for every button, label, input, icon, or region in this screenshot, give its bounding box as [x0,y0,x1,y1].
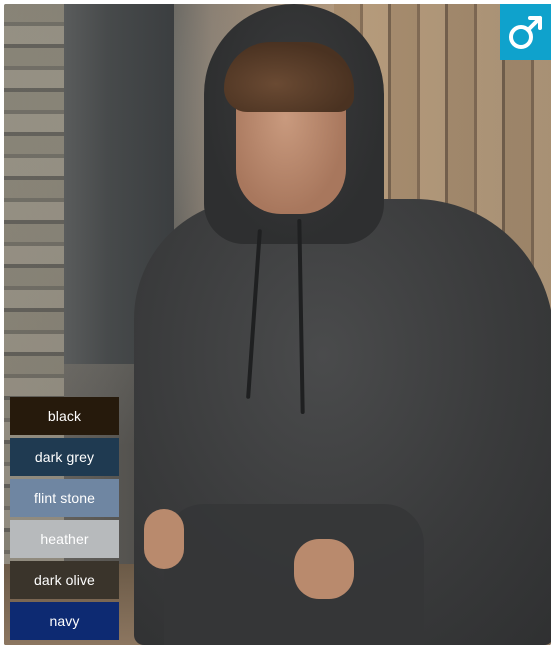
swatch-dark-grey[interactable]: dark grey [10,438,119,476]
swatch-navy[interactable]: navy [10,602,119,640]
swatch-dark-olive[interactable]: dark olive [10,561,119,599]
swatch-black[interactable]: black [10,397,119,435]
gender-badge [500,4,551,60]
color-swatch-list: black dark grey flint stone heather dark… [10,397,119,643]
swatch-heather[interactable]: heather [10,520,119,558]
model-hand-right [294,539,354,599]
model-hand-left [144,509,184,569]
male-symbol-icon [508,16,542,49]
swatch-flint-stone[interactable]: flint stone [10,479,119,517]
model-in-hoodie [124,4,551,645]
model-hair [224,42,354,112]
